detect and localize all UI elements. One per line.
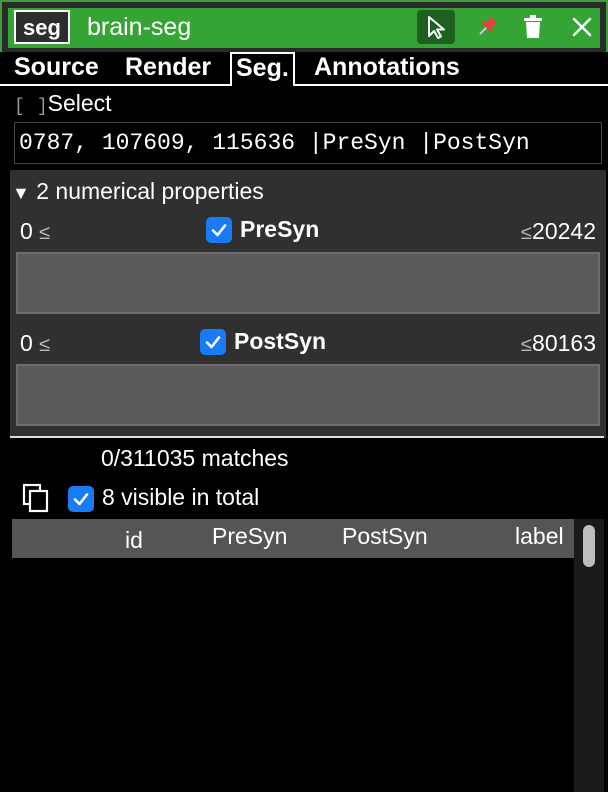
property-max-value: 20242 [532,218,596,244]
copy-icon [22,483,49,513]
property-row-postsyn: 0 ≤ PostSyn ≤80163 [20,328,596,356]
select-row[interactable]: []Select [14,90,112,117]
numerical-properties-toggle[interactable]: ▼ 2 numerical properties [12,178,264,205]
checkmark-icon [205,335,221,348]
property-label: PostSyn [234,328,327,354]
postsyn-checkbox[interactable] [200,328,226,355]
visible-count: 8 visible in total [102,484,260,510]
property-min-value: 0 [20,330,33,356]
checkmark-icon [211,223,227,236]
matches-count: 0/311035 matches [101,445,289,471]
property-max-value: 80163 [532,330,596,356]
property-label: PreSyn [240,216,320,242]
layer-name[interactable]: brain-seg [87,13,191,42]
segment-query-input[interactable]: 0787, 107609, 115636 |PreSyn |PostSyn [14,122,602,164]
delete-layer-button[interactable] [514,10,552,44]
pin-icon [479,17,497,35]
segment-query-text: 0787, 107609, 115636 |PreSyn |PostSyn [19,130,530,156]
layer-tabs: Source Render Seg. Annotations [0,52,608,86]
presyn-histogram[interactable] [16,252,600,314]
tab-annotations[interactable]: Annotations [310,52,464,84]
property-min-value: 0 [20,218,33,244]
visible-checkbox[interactable] [68,486,94,512]
close-icon [572,17,592,37]
tab-render[interactable]: Render [121,52,215,84]
tab-segmentation[interactable]: Seg. [230,52,295,86]
triangle-down-icon: ▼ [12,183,30,203]
tab-source[interactable]: Source [10,52,103,84]
pin-button[interactable] [468,10,506,44]
presyn-checkbox[interactable] [206,216,232,243]
layer-title-bar: seg brain-seg [0,0,608,52]
trash-icon [524,15,542,38]
property-row-presyn: 0 ≤ PreSyn ≤20242 [20,216,596,244]
checkmark-icon [73,493,89,506]
section-divider [10,436,604,438]
scrollbar-thumb[interactable] [583,525,595,567]
select-bracket-close: ] [36,97,48,117]
column-header-postsyn[interactable]: PostSyn [342,523,428,550]
column-header-label[interactable]: label [515,523,564,550]
segment-table-header: id PreSyn PostSyn label [12,519,574,558]
column-header-id[interactable]: id [125,527,143,554]
cursor-arrow-icon [428,16,445,39]
segment-table-body [12,558,574,792]
close-button[interactable] [563,10,601,44]
select-bracket-open: [ [14,97,25,117]
numerical-properties-panel: ▼ 2 numerical properties 0 ≤ PreSyn ≤202… [10,170,606,438]
copy-button[interactable] [22,483,50,513]
postsyn-histogram[interactable] [16,364,600,426]
layer-type-badge: seg [14,10,70,44]
select-label: Select [47,90,112,116]
select-mode-button[interactable] [417,10,455,44]
table-scrollbar[interactable] [574,519,604,792]
column-header-presyn[interactable]: PreSyn [212,523,287,550]
numerical-properties-label: 2 numerical properties [36,178,264,204]
